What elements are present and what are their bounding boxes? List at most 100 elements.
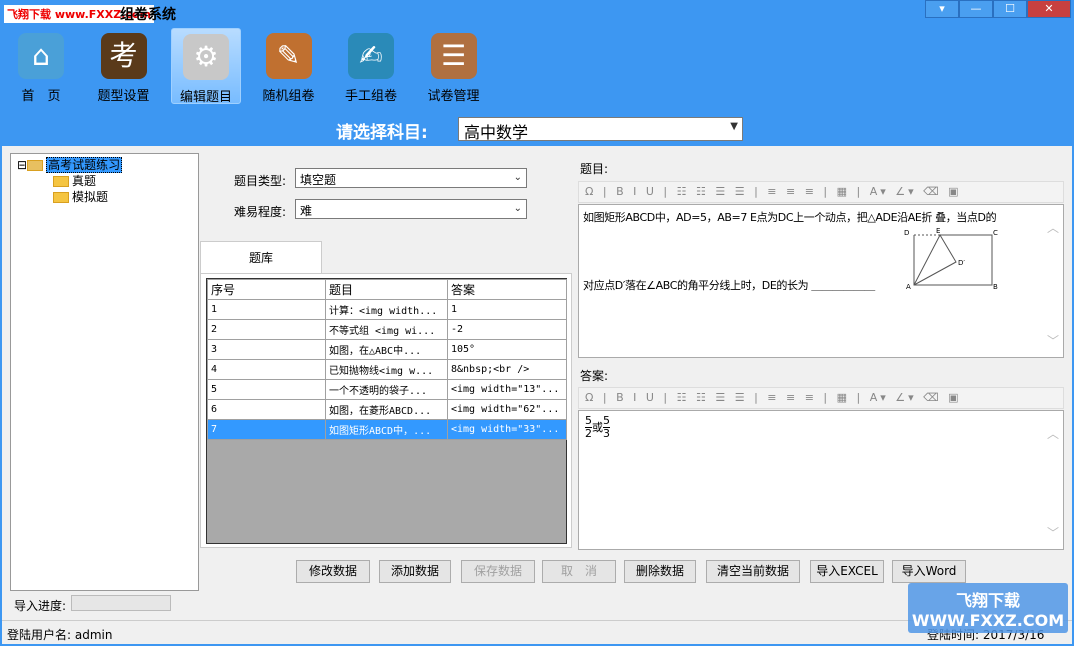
chevron-down-icon: ▼ bbox=[730, 121, 738, 132]
figure-label: E bbox=[936, 227, 940, 235]
login-user: 登陆用户名: admin bbox=[7, 628, 113, 642]
action-button-0[interactable]: 修改数据 bbox=[296, 560, 370, 583]
tree-item-moni[interactable]: 模拟题 bbox=[53, 188, 108, 205]
table-cell: <img width="62"... bbox=[447, 399, 567, 420]
import-progress-bar bbox=[71, 595, 171, 611]
close-button[interactable]: ✕ bbox=[1027, 0, 1071, 18]
chevron-down-icon: ⌄ bbox=[513, 203, 522, 214]
table-cell: 不等式组 <img wi... bbox=[325, 319, 448, 340]
denominator: 3 bbox=[603, 427, 610, 440]
tree-root[interactable]: ⊟ 高考试题练习 bbox=[17, 156, 123, 173]
folder-open-icon bbox=[27, 160, 44, 171]
category-tree: ⊟ 高考试题练习 真题 模拟题 bbox=[10, 153, 199, 591]
action-button-1[interactable]: 添加数据 bbox=[379, 560, 451, 583]
table-cell: 1 bbox=[207, 299, 326, 320]
clipboard-icon: ☰ bbox=[430, 33, 477, 79]
difficulty-label: 难易程度: bbox=[234, 205, 287, 219]
menu-button[interactable]: ▾ bbox=[925, 0, 959, 18]
collapse-icon[interactable]: ⊟ bbox=[17, 158, 27, 172]
action-button-3[interactable]: 取 消 bbox=[542, 560, 616, 583]
table-cell: 6 bbox=[207, 399, 326, 420]
tree-root-label: 高考试题练习 bbox=[46, 157, 123, 173]
toolbar-clipboard-button[interactable]: ☰ 试卷管理 bbox=[419, 28, 489, 104]
table-cell: 4 bbox=[207, 359, 326, 380]
answer-label: 答案: bbox=[580, 369, 609, 383]
denominator: 2 bbox=[585, 427, 592, 440]
type-value: 填空题 bbox=[300, 173, 337, 187]
table-cell: <img width="13"... bbox=[447, 379, 567, 400]
corner-watermark: 飞翔下载 WWW.FXXZ.COM bbox=[908, 583, 1068, 633]
toolbar-label: 手工组卷 bbox=[344, 89, 397, 104]
tree-item-label: 模拟题 bbox=[72, 190, 109, 204]
answer-editor[interactable]: 52 或 53 ︿ ﹀ bbox=[578, 410, 1064, 550]
subject-select[interactable]: 高中数学 ▼ bbox=[458, 117, 743, 142]
type-select[interactable]: 填空题 ⌄ bbox=[295, 168, 527, 188]
figure-label: C bbox=[993, 229, 998, 237]
table-cell: 105° bbox=[447, 339, 567, 360]
maximize-button[interactable]: ☐ bbox=[993, 0, 1027, 18]
toolbar-home-button[interactable]: ⌂ 首 页 bbox=[6, 28, 76, 104]
subject-label: 请选择科目: bbox=[336, 123, 428, 143]
table-row[interactable]: 5 一个不透明的袋子... <img width="13"... bbox=[207, 379, 567, 400]
scrollbar[interactable]: ︿ ﹀ bbox=[1043, 205, 1063, 357]
gear-icon: ⚙ bbox=[183, 34, 229, 80]
pencil-icon: ✎ bbox=[265, 33, 312, 79]
toolbar-notebook-button[interactable]: ✍ 手工组卷 bbox=[336, 28, 406, 104]
action-button-2[interactable]: 保存数据 bbox=[461, 560, 535, 583]
figure-label: B bbox=[993, 283, 998, 289]
figure-label: D′ bbox=[958, 259, 965, 267]
folder-icon bbox=[53, 192, 69, 203]
action-button-6[interactable]: 导入EXCEL bbox=[810, 560, 884, 583]
toolbar-label: 试卷管理 bbox=[427, 89, 480, 104]
scrollbar[interactable]: ︿ ﹀ bbox=[1043, 411, 1063, 549]
action-button-5[interactable]: 清空当前数据 bbox=[706, 560, 800, 583]
figure-label: A bbox=[906, 283, 911, 289]
column-header[interactable]: 答案 bbox=[447, 279, 567, 300]
or-text: 或 bbox=[592, 420, 603, 434]
question-editor-toolbar[interactable]: Ω | B I U | ☷ ☷ ☰ ☰ | ≡ ≡ ≡ | ▦ | A▾ ∠▾ … bbox=[578, 181, 1064, 203]
toolbar-label: 首 页 bbox=[21, 89, 61, 104]
table-row[interactable]: 7 如图矩形ABCD中，... <img width="33"... bbox=[207, 419, 567, 440]
action-button-4[interactable]: 删除数据 bbox=[624, 560, 696, 583]
answer-content: 52 或 53 bbox=[585, 415, 610, 440]
table-row[interactable]: 3 如图，在△ABC中... 105° bbox=[207, 339, 567, 360]
table-cell: 1 bbox=[447, 299, 567, 320]
home-icon: ⌂ bbox=[18, 33, 64, 79]
window-title: 组卷系统 bbox=[120, 7, 176, 23]
difficulty-select[interactable]: 难 ⌄ bbox=[295, 199, 527, 219]
action-button-7[interactable]: 导入Word bbox=[892, 560, 966, 583]
figure-label: D bbox=[904, 229, 909, 237]
question-line-2: 对应点D′落在∠ABC的角平分线上时，DE的长为 ＿＿＿＿＿＿ bbox=[583, 279, 875, 292]
question-table: 序号 题目 答案 1 计算：<img width... 1 2 不等式组 <img wi...… bbox=[206, 278, 567, 544]
table-row[interactable]: 6 如图，在菱形ABCD... <img width="62"... bbox=[207, 399, 567, 420]
question-line-1: 如图矩形ABCD中，AD=5，AB=7 E点为DC上一个动点，把△ADE沿AE折… bbox=[583, 211, 997, 224]
subject-value: 高中数学 bbox=[464, 123, 529, 142]
table-cell: 5 bbox=[207, 379, 326, 400]
table-cell: <img width="33"... bbox=[447, 419, 567, 440]
chevron-down-icon: ⌄ bbox=[513, 172, 522, 183]
toolbar-book-button[interactable]: 考题型设置 bbox=[89, 28, 159, 104]
difficulty-value: 难 bbox=[300, 204, 313, 218]
folder-icon bbox=[53, 176, 69, 187]
answer-editor-toolbar[interactable]: Ω | B I U | ☷ ☷ ☰ ☰ | ≡ ≡ ≡ | ▦ | A▾ ∠▾ … bbox=[578, 387, 1064, 409]
table-row[interactable]: 4 已知抛物线<img w... 8&nbsp;<br /> bbox=[207, 359, 567, 380]
tab-question-bank[interactable]: 题库 bbox=[200, 241, 322, 274]
toolbar-pencil-button[interactable]: ✎ 随机组卷 bbox=[254, 28, 324, 104]
tree-item-zhenti[interactable]: 真题 bbox=[53, 172, 96, 189]
table-cell: 8&nbsp;<br /> bbox=[447, 359, 567, 380]
tree-item-label: 真题 bbox=[72, 174, 97, 188]
toolbar-label: 题型设置 bbox=[97, 89, 150, 104]
minimize-button[interactable]: — bbox=[959, 0, 993, 18]
table-cell: 如图，在菱形ABCD... bbox=[325, 399, 448, 420]
column-header[interactable]: 序号 bbox=[207, 279, 326, 300]
table-cell: 一个不透明的袋子... bbox=[325, 379, 448, 400]
toolbar-label: 编辑题目 bbox=[179, 90, 232, 105]
toolbar-gear-button[interactable]: ⚙ 编辑题目 bbox=[171, 28, 241, 105]
toolbar-label: 随机组卷 bbox=[262, 89, 315, 104]
question-editor[interactable]: 如图矩形ABCD中，AD=5，AB=7 E点为DC上一个动点，把△ADE沿AE折… bbox=[578, 204, 1064, 358]
table-row[interactable]: 2 不等式组 <img wi... -2 bbox=[207, 319, 567, 340]
table-row[interactable]: 1 计算：<img width... 1 bbox=[207, 299, 567, 320]
table-cell: 如图矩形ABCD中，... bbox=[325, 419, 448, 440]
column-header[interactable]: 题目 bbox=[325, 279, 448, 300]
table-cell: 如图，在△ABC中... bbox=[325, 339, 448, 360]
